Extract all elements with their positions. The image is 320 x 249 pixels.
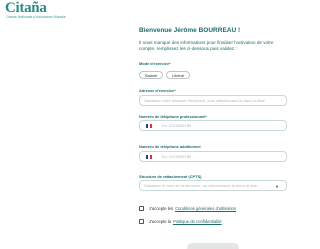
consent-privacy-row: J'accepte la Politique de confidentialit… bbox=[139, 219, 222, 224]
mode-option-salarie[interactable]: Salarié bbox=[139, 71, 163, 79]
consent-privacy-prefix: J'accepte la bbox=[149, 219, 171, 224]
mode-label: Mode d'exercice* bbox=[139, 61, 171, 66]
submit-button[interactable] bbox=[187, 243, 239, 249]
address-label: Adresse d'exercice* bbox=[139, 88, 176, 93]
cgu-link[interactable]: Conditions générales d'utilisation bbox=[175, 206, 236, 211]
cpts-label: Structure de rattachement (CPTS) bbox=[139, 174, 202, 179]
phone-pro-label: Numéro de téléphone professionnel* bbox=[139, 114, 207, 119]
phone-pro-input[interactable]: Ex: 0123456789 bbox=[139, 120, 287, 131]
privacy-link[interactable]: Politique de confidentialité bbox=[173, 219, 222, 224]
france-flag-icon bbox=[146, 154, 152, 159]
cpts-select[interactable]: Saisissez le nom de la structure, ou sél… bbox=[139, 180, 287, 191]
activation-form: Bienvenue Jérôme BOURREAU ! Il nous manq… bbox=[139, 27, 289, 249]
consent-cgu-row: J'accepte les Conditions générales d'uti… bbox=[139, 206, 236, 211]
consent-privacy-checkbox[interactable] bbox=[139, 219, 144, 224]
brand-tagline: Caisse Nationale d'Assurance Maladie bbox=[6, 15, 66, 19]
intro-text: Il nous manque des informations pour fin… bbox=[139, 40, 274, 52]
page-title: Bienvenue Jérôme BOURREAU ! bbox=[139, 27, 241, 34]
mode-option-liberal[interactable]: Libéral bbox=[166, 71, 190, 79]
address-input[interactable]: Saisissez votre adresse d'exercice, puis… bbox=[139, 95, 287, 106]
phone-extra-input[interactable]: Ex: 0123456789 bbox=[139, 151, 287, 162]
phone-extra-placeholder: Ex: 0123456789 bbox=[162, 154, 192, 159]
cpts-placeholder: Saisissez le nom de la structure, ou sél… bbox=[144, 183, 258, 188]
consent-cgu-prefix: J'accepte les bbox=[149, 206, 174, 211]
france-flag-icon bbox=[146, 123, 152, 128]
chevron-down-icon[interactable]: ▼ bbox=[275, 184, 279, 189]
consent-cgu-checkbox[interactable] bbox=[139, 206, 144, 211]
phone-extra-label: Numéro de téléphone additionnel bbox=[139, 144, 201, 149]
phone-pro-placeholder: Ex: 0123456789 bbox=[162, 123, 192, 128]
address-placeholder: Saisissez votre adresse d'exercice, puis… bbox=[144, 98, 265, 103]
